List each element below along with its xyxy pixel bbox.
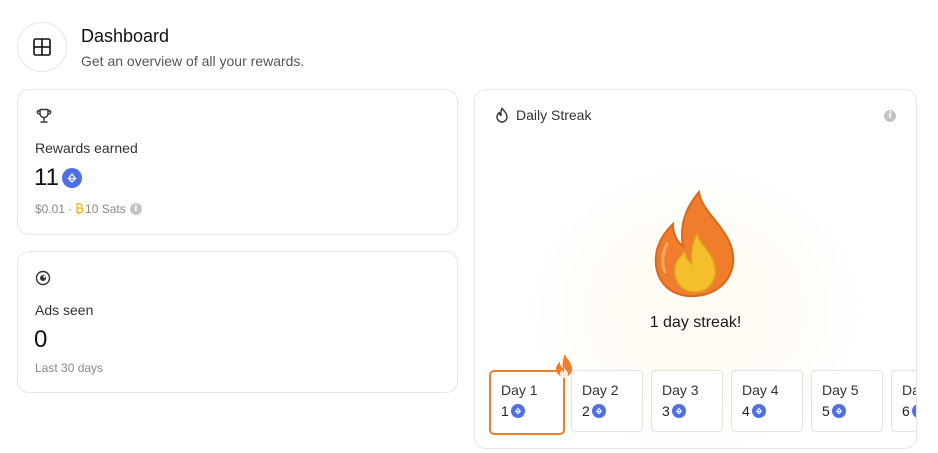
day-reward-amount: 3 (662, 403, 670, 419)
rewards-value: 11 (34, 164, 82, 192)
rewards-usd: $0.01 (35, 202, 66, 216)
day-label: Day 3 (662, 382, 699, 398)
streak-fire-icon (653, 188, 737, 305)
rewards-separator: · (68, 202, 73, 216)
day-label: Day 6 (902, 382, 916, 398)
coin-icon (61, 168, 82, 188)
day-reward-amount: 2 (582, 403, 590, 419)
day-card[interactable]: Day 5 5 (811, 370, 883, 432)
coin-icon (671, 404, 686, 418)
page-title: Dashboard (81, 26, 170, 46)
streak-days: Day 1 1 Day 2 2 Day 3 3 Day 4 4 Day 5 5 … (489, 354, 916, 435)
day-label: Day 4 (742, 382, 779, 398)
streak-title: Daily Streak (516, 107, 592, 123)
day-card[interactable]: Day 6 6 (891, 370, 916, 432)
day-reward-amount: 1 (501, 403, 509, 419)
day-reward-amount: 6 (902, 403, 910, 419)
streak-count: 1 day streak! (649, 314, 742, 331)
page-subtitle: Get an overview of all your rewards. (81, 53, 305, 69)
coin-icon (591, 404, 606, 418)
header-text: Dashboard Get an overview of all your re… (81, 26, 304, 70)
day-reward-amount: 4 (742, 403, 750, 419)
rewards-breakdown: $0.01 · 10 Sats i (35, 202, 142, 216)
day-label: Day 1 (501, 382, 538, 398)
rewards-sats: 10 Sats (85, 202, 126, 216)
day-reward: 5 (822, 403, 882, 419)
day-label: Day 5 (822, 382, 859, 398)
coin-icon (911, 404, 916, 418)
day-reward: 3 (662, 403, 722, 419)
info-icon[interactable]: i (129, 203, 142, 215)
coin-icon (831, 404, 846, 418)
day-card[interactable]: Day 1 1 (489, 354, 572, 435)
ads-value: 0 (34, 326, 48, 353)
day-label: Day 2 (582, 382, 619, 398)
day-reward: 1 (501, 403, 563, 419)
rewards-label: Rewards earned (35, 140, 138, 156)
ads-period: Last 30 days (35, 361, 104, 375)
bitcoin-icon (75, 203, 84, 215)
day-reward: 4 (742, 403, 802, 419)
ads-card: Ads seen 0 Last 30 days (17, 251, 458, 393)
day-card[interactable]: Day 2 2 (571, 370, 643, 432)
coin-icon (751, 404, 766, 418)
day-reward: 2 (582, 403, 642, 419)
trophy-icon (35, 108, 53, 129)
coin-icon (510, 404, 525, 418)
flame-icon (495, 107, 509, 123)
info-icon[interactable]: i (884, 110, 896, 122)
ads-label: Ads seen (35, 302, 94, 318)
day-reward: 6 (902, 403, 916, 419)
eye-icon (35, 270, 51, 291)
day-card[interactable]: Day 4 4 (731, 370, 803, 432)
rewards-card: Rewards earned 11 $0.01 · 10 Sats i (17, 89, 458, 235)
streak-header: Daily Streak (495, 107, 591, 123)
day-reward-amount: 5 (822, 403, 830, 419)
streak-card: Daily Streak i 1 day streak! Day 1 1 Day… (474, 89, 917, 449)
day-card[interactable]: Day 3 3 (651, 370, 723, 432)
grid-icon (17, 22, 67, 72)
rewards-amount: 11 (34, 164, 59, 191)
page-header: Dashboard Get an overview of all your re… (17, 22, 304, 72)
